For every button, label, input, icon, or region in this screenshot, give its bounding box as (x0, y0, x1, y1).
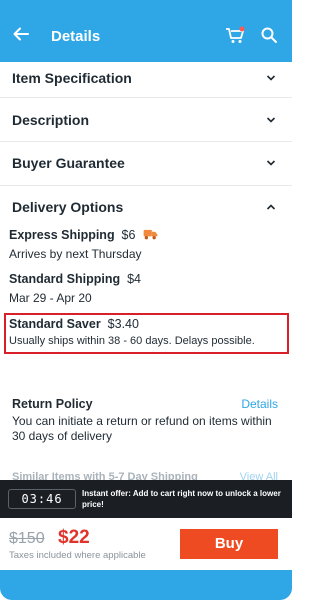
page-title: Details (51, 28, 101, 45)
standard-shipping-price: $4 (127, 272, 141, 286)
express-shipping-name: Express Shipping (9, 228, 115, 242)
app-bar: Details (0, 0, 292, 62)
buyer-guarantee-row[interactable]: Buyer Guarantee (0, 142, 292, 186)
chevron-up-icon (266, 204, 276, 210)
arrow-left-icon[interactable] (12, 25, 30, 43)
standard-shipping-name: Standard Shipping (9, 272, 121, 286)
chevron-down-icon (266, 160, 276, 166)
purchase-bar: $150 $22 Taxes included where applicable… (0, 518, 292, 570)
bottom-frame (0, 570, 292, 600)
truck-icon (143, 229, 158, 240)
cart-icon[interactable] (225, 26, 245, 44)
item-specification-row[interactable]: Item Specification (0, 62, 292, 98)
express-shipping-price: $6 (121, 228, 136, 242)
description-label: Description (12, 112, 90, 128)
countdown-timer: 03:46 (8, 489, 76, 509)
standard-shipping-option[interactable]: Standard Shipping $4 (9, 272, 141, 286)
delivery-options-label: Delivery Options (12, 199, 124, 215)
return-policy-details-link[interactable]: Details (241, 397, 278, 411)
chevron-down-icon (266, 75, 276, 81)
return-policy-title: Return Policy (12, 397, 93, 411)
instant-offer-text: Instant offer: Add to cart right now to … (82, 489, 281, 509)
original-price: $150 (9, 530, 45, 547)
standard-shipping-eta: Mar 29 - Apr 20 (9, 291, 92, 305)
standard-saver-price: $3.40 (107, 317, 139, 331)
item-specification-label: Item Specification (12, 70, 132, 86)
delivery-options-row[interactable]: Delivery Options (0, 186, 292, 226)
buy-button[interactable]: Buy (180, 529, 278, 559)
instant-offer-bar[interactable]: 03:46 Instant offer: Add to cart right n… (0, 480, 292, 518)
chevron-down-icon (266, 117, 276, 123)
return-policy-text: You can initiate a return or refund on i… (12, 414, 272, 443)
express-shipping-option[interactable]: Express Shipping $6 (9, 228, 158, 242)
standard-saver-eta: Usually ships within 38 - 60 days. Delay… (9, 335, 255, 347)
standard-saver-option[interactable]: Standard Saver $3.40 (9, 317, 139, 331)
express-shipping-eta: Arrives by next Thursday (9, 247, 142, 261)
standard-saver-name: Standard Saver (9, 317, 101, 331)
buyer-guarantee-label: Buyer Guarantee (12, 155, 125, 171)
description-row[interactable]: Description (0, 98, 292, 142)
search-icon[interactable] (261, 27, 277, 43)
tax-note: Taxes included where applicable (9, 550, 146, 561)
sale-price: $22 (58, 527, 90, 548)
